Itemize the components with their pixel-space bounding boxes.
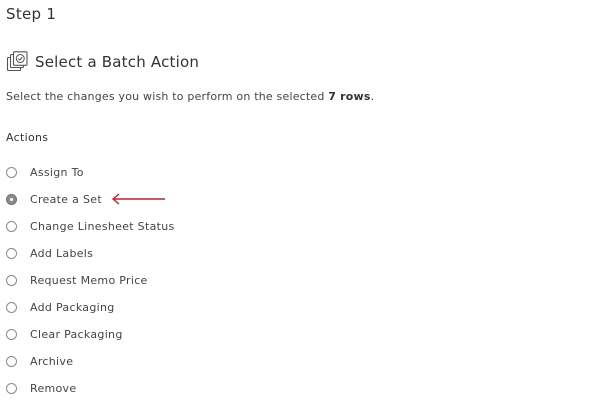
radio-button[interactable] [6, 356, 17, 367]
action-option-add-labels[interactable]: Add Labels [6, 240, 175, 267]
radio-button[interactable] [6, 248, 17, 259]
action-option-label: Remove [30, 382, 77, 395]
radio-button-selected[interactable] [6, 194, 17, 205]
action-option-label: Archive [30, 355, 74, 368]
radio-button[interactable] [6, 167, 17, 178]
section-title: Select a Batch Action [35, 53, 200, 71]
instructions-text: Select the changes you wish to perform o… [6, 90, 374, 103]
action-option-label: Assign To [30, 166, 84, 179]
action-option-change-linesheet-status[interactable]: Change Linesheet Status [6, 213, 175, 240]
radio-button[interactable] [6, 275, 17, 286]
radio-button[interactable] [6, 383, 17, 394]
selected-row-count: 7 rows [328, 90, 371, 103]
action-option-add-packaging[interactable]: Add Packaging [6, 294, 175, 321]
radio-button[interactable] [6, 302, 17, 313]
action-option-request-memo-price[interactable]: Request Memo Price [6, 267, 175, 294]
action-option-clear-packaging[interactable]: Clear Packaging [6, 321, 175, 348]
action-option-label: Change Linesheet Status [30, 220, 175, 233]
action-option-label: Add Packaging [30, 301, 115, 314]
action-option-label: Clear Packaging [30, 328, 123, 341]
action-option-label: Create a Set [30, 193, 102, 206]
batch-stack-check-icon [6, 51, 28, 73]
section-header: Select a Batch Action [6, 50, 199, 74]
action-option-archive[interactable]: Archive [6, 348, 175, 375]
action-option-label: Add Labels [30, 247, 94, 260]
action-option-label: Request Memo Price [30, 274, 148, 287]
radio-button[interactable] [6, 329, 17, 340]
step-title: Step 1 [6, 5, 57, 23]
left-arrow-icon [111, 193, 165, 205]
instructions-suffix: . [370, 90, 375, 103]
action-option-remove[interactable]: Remove [6, 375, 175, 402]
actions-label: Actions [6, 131, 49, 144]
instructions-prefix: Select the changes you wish to perform o… [6, 90, 329, 103]
radio-button[interactable] [6, 221, 17, 232]
action-option-assign-to[interactable]: Assign To [6, 159, 175, 186]
